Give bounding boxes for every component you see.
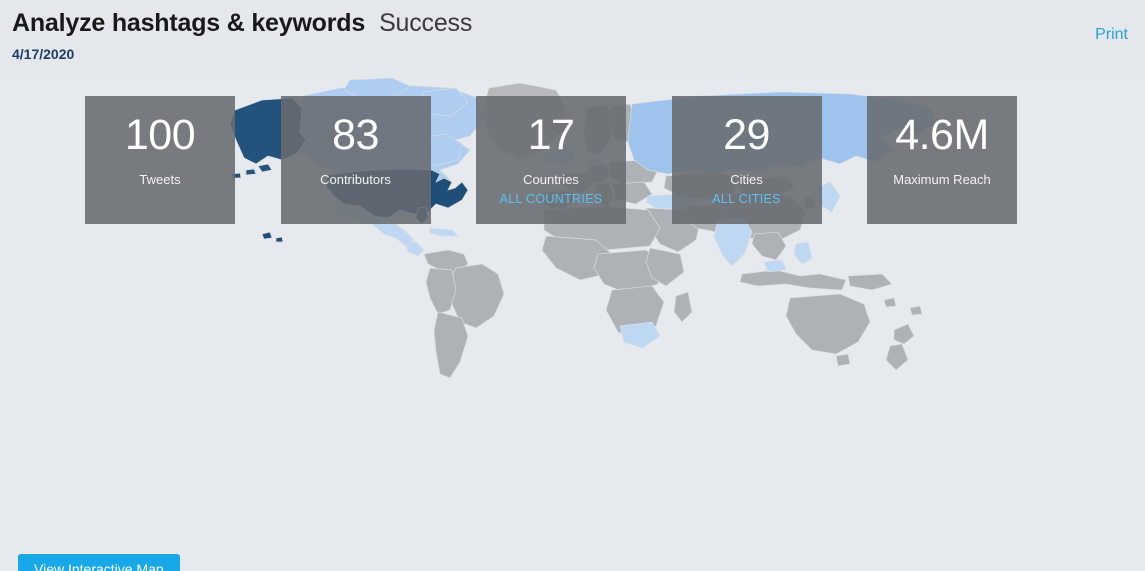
print-link[interactable]: Print [1095,26,1128,44]
country-malaysia[interactable] [763,259,787,273]
stat-value: 17 [527,111,575,159]
status-label: Success [379,9,473,37]
all-cities-link[interactable]: ALL CITIES [712,192,781,206]
all-countries-link[interactable]: ALL COUNTRIES [500,192,603,206]
stat-label: Cities [730,172,763,187]
stat-card-maximum-reach: 4.6M Maximum Reach [867,96,1017,224]
stat-card-contributors: 83 Contributors [280,96,431,224]
page-header: Analyze hashtags & keywords Success 4/17… [0,0,1145,78]
title-row: Analyze hashtags & keywords Success [12,9,472,38]
stat-value: 4.6M [895,111,989,159]
report-date: 4/17/2020 [12,46,75,62]
stat-label: Tweets [139,172,181,187]
stat-card-countries: 17 Countries ALL COUNTRIES [476,96,626,224]
stat-value: 29 [723,111,770,159]
stat-card-tweets: 100 Tweets [85,96,235,224]
stat-value: 83 [332,111,379,159]
stat-value: 100 [124,111,196,159]
stat-card-cities: 29 Cities ALL CITIES [671,96,822,224]
stat-cards: 100 Tweets 83 Contributors 17 Countries … [85,96,1017,224]
view-interactive-map-button[interactable]: View Interactive Map [18,554,180,571]
stat-label: Contributors [320,172,391,187]
page-title: Analyze hashtags & keywords [12,9,366,37]
stat-label: Countries [523,172,579,187]
report-page: Analyze hashtags & keywords Success 4/17… [0,0,1145,571]
country-tasmania[interactable] [835,353,851,367]
stat-label: Maximum Reach [893,172,991,187]
